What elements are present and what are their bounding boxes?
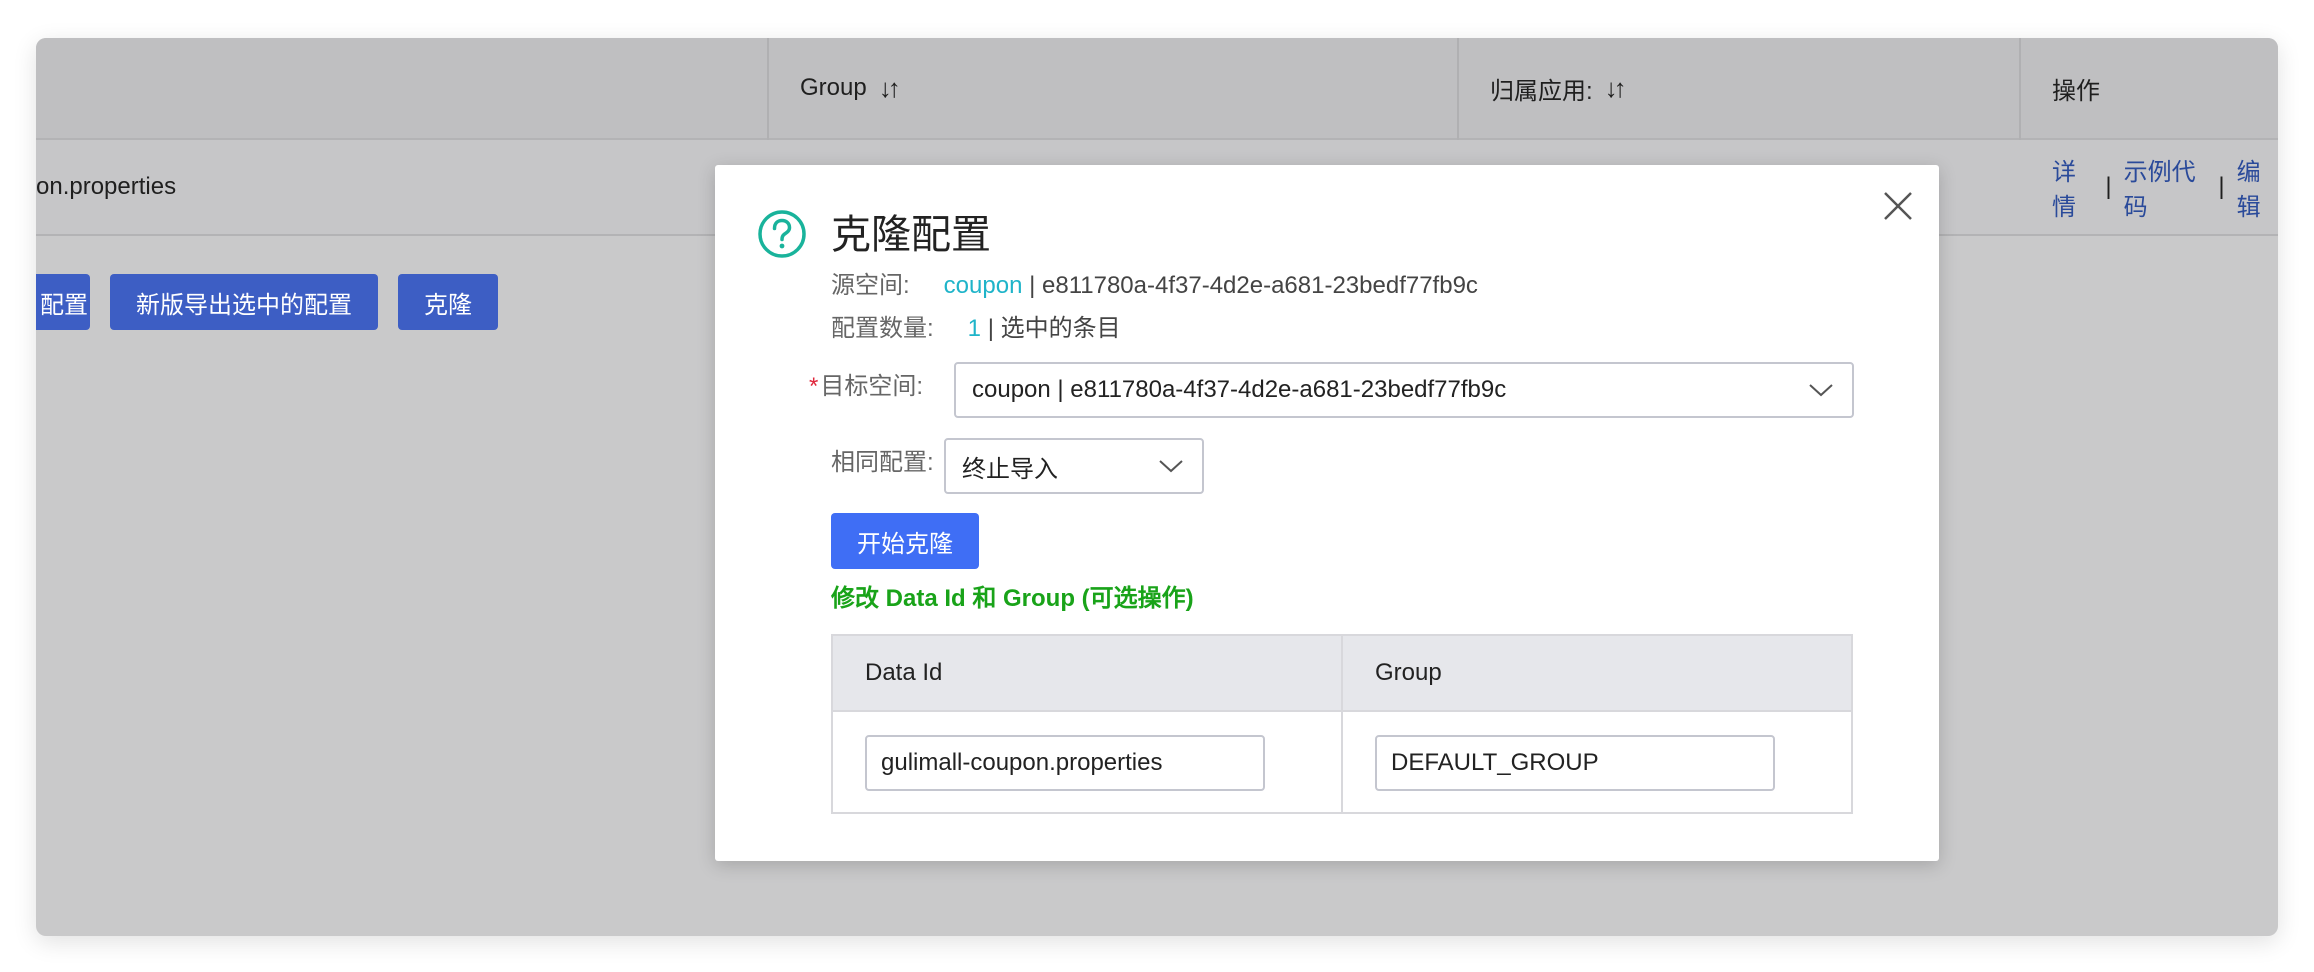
sample-code-link[interactable]: 示例代码 <box>2124 152 2207 222</box>
start-clone-button[interactable]: 开始克隆 <box>831 513 979 569</box>
same-config-value: 终止导入 <box>962 455 1058 483</box>
chevron-down-icon <box>1159 460 1183 473</box>
detail-link[interactable]: 详情 <box>2052 152 2093 222</box>
target-space-value: coupon | e811780a-4f37-4d2e-a681-23bedf7… <box>972 376 1507 403</box>
start-clone-button-label: 开始克隆 <box>857 530 953 558</box>
column-header-group: Group <box>1375 659 1442 686</box>
chevron-down-icon <box>1809 384 1833 397</box>
column-header-app[interactable]: 归属应用: ↓↑ <box>1490 38 1627 138</box>
export-new-button[interactable]: 新版导出选中的配置 <box>110 274 378 330</box>
export-config-button[interactable]: 配置 <box>36 274 90 330</box>
source-space-id: | e811780a-4f37-4d2e-a681-23bedf77fb9c <box>1029 272 1478 299</box>
column-header-app-label: 归属应用: <box>1490 77 1593 105</box>
group-input[interactable] <box>1375 735 1775 791</box>
close-icon[interactable] <box>1881 189 1915 223</box>
target-space-select[interactable]: coupon | e811780a-4f37-4d2e-a681-23bedf7… <box>954 362 1854 418</box>
link-separator: | <box>2218 173 2225 200</box>
modify-table: Data Id Group <box>831 634 1853 814</box>
source-space-line: 源空间: coupon | e811780a-4f37-4d2e-a681-23… <box>831 270 1478 302</box>
required-mark: * <box>809 373 819 400</box>
column-header-group-label: Group <box>800 74 867 101</box>
config-count-line: 配置数量: 1 | 选中的条目 <box>831 313 1121 345</box>
app-window: Group ↓↑ 归属应用: ↓↑ 操作 on.properties 详情 | … <box>36 38 2278 936</box>
same-config-label: 相同配置: <box>831 449 934 476</box>
modify-section-title: 修改 Data Id 和 Group (可选操作) <box>831 585 1194 612</box>
config-count-suffix: | 选中的条目 <box>987 315 1121 342</box>
same-config-select[interactable]: 终止导入 <box>944 438 1204 494</box>
data-id-input[interactable] <box>865 735 1265 791</box>
export-new-button-label: 新版导出选中的配置 <box>136 291 352 319</box>
sort-icon[interactable]: ↓↑ <box>1605 73 1627 104</box>
config-count-label: 配置数量: <box>831 315 934 342</box>
target-space-label-text: 目标空间: <box>820 373 924 400</box>
column-header-group[interactable]: Group ↓↑ <box>800 38 901 138</box>
sort-icon[interactable]: ↓↑ <box>879 73 901 104</box>
row-operations: 详情 | 示例代码 | 编辑 <box>2052 140 2278 234</box>
clone-button-label: 克隆 <box>424 291 472 319</box>
row-data-id: on.properties <box>36 173 177 200</box>
export-config-button-label: 配置 <box>40 291 88 319</box>
link-separator: | <box>2105 173 2112 200</box>
column-divider <box>1341 636 1343 812</box>
source-space-label: 源空间: <box>831 272 910 299</box>
table-header: Group ↓↑ 归属应用: ↓↑ 操作 <box>36 38 2278 140</box>
target-space-label: *目标空间: <box>809 371 923 403</box>
edit-link[interactable]: 编辑 <box>2237 152 2278 222</box>
config-count-value: 1 <box>967 315 982 342</box>
clone-button[interactable]: 克隆 <box>398 274 498 330</box>
question-circle-icon <box>758 210 806 258</box>
dialog-title: 克隆配置 <box>831 213 991 257</box>
source-space-name: coupon <box>943 272 1023 299</box>
column-header-data-id: Data Id <box>865 659 943 686</box>
column-header-ops-label: 操作 <box>2052 77 2100 105</box>
column-header-ops: 操作 <box>2052 38 2100 138</box>
clone-config-dialog: 克隆配置 源空间: coupon | e811780a-4f37-4d2e-a6… <box>715 165 1939 861</box>
